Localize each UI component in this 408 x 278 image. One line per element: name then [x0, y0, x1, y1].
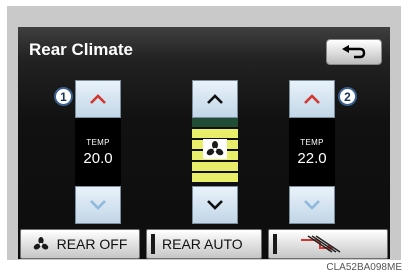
fan-speed-indicator [192, 118, 238, 184]
left-temp-down-button[interactable] [75, 186, 121, 224]
chevron-down-icon [304, 200, 320, 210]
fan-icon [206, 141, 224, 156]
rear-climate-screen: Rear Climate TEMP 20.0 1 TEMP 22.0 2 REA… [18, 27, 390, 259]
rear-auto-indicator [151, 234, 155, 254]
right-temp-up-button[interactable] [289, 80, 335, 118]
rear-off-label: REAR OFF [56, 236, 128, 252]
fan-speed-up-button[interactable] [192, 80, 238, 118]
chevron-down-icon [90, 200, 106, 210]
left-temp-up-button[interactable] [75, 80, 121, 118]
chevron-up-icon [304, 94, 320, 104]
callout-2: 2 [338, 87, 357, 106]
left-temp-display: TEMP 20.0 [75, 118, 121, 186]
fan-level-bar [192, 129, 238, 138]
fan-icon [33, 237, 48, 250]
callout-1: 1 [54, 87, 73, 106]
right-temp-label: TEMP [300, 137, 324, 147]
airflow-mode-button[interactable] [268, 229, 388, 259]
rear-auto-label: REAR AUTO [162, 236, 243, 252]
return-arrow-icon [342, 45, 366, 59]
airflow-mode-icon [301, 235, 341, 253]
right-temp-display: TEMP 22.0 [289, 118, 335, 186]
rear-auto-button[interactable]: REAR AUTO [146, 229, 262, 259]
right-temp-value: 22.0 [297, 149, 327, 167]
fan-level-bar [192, 173, 238, 182]
fan-level-bar [192, 162, 238, 171]
fan-icon-box [203, 139, 227, 159]
fan-level-bar [192, 118, 238, 127]
page-title: Rear Climate [29, 40, 133, 59]
right-temp-down-button[interactable] [289, 186, 335, 224]
left-temp-label: TEMP [86, 137, 110, 147]
rear-off-button[interactable]: REAR OFF [20, 229, 140, 259]
airflow-mode-indicator [273, 234, 277, 254]
chevron-up-icon [90, 94, 106, 104]
left-temp-value: 20.0 [83, 149, 113, 167]
back-button[interactable] [326, 39, 382, 65]
figure-caption: CLA52BA098ME [326, 262, 402, 273]
chevron-down-icon [207, 200, 223, 210]
chevron-up-icon [207, 94, 223, 104]
fan-speed-down-button[interactable] [192, 186, 238, 224]
